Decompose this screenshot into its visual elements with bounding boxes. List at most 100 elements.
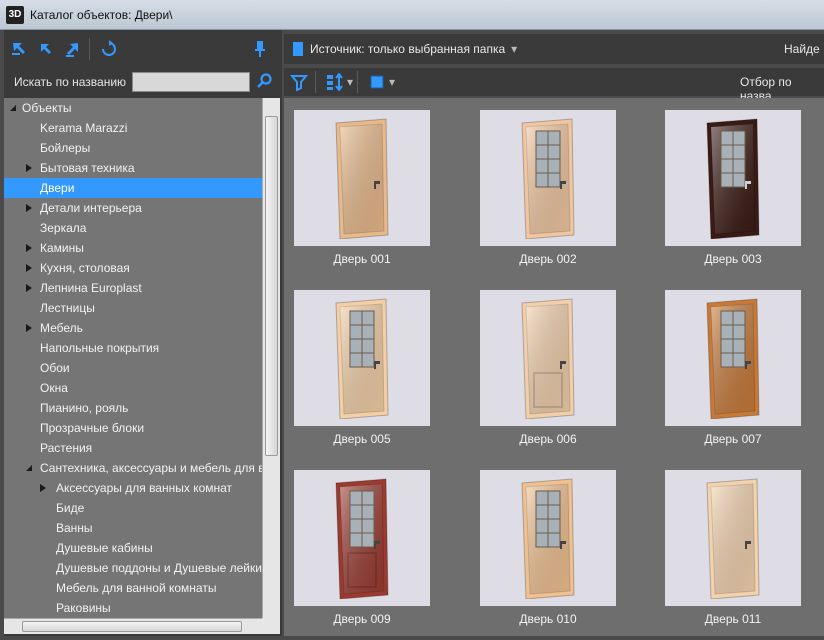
tree-horizontal-scrollbar[interactable]: [4, 618, 262, 634]
door-thumbnail[interactable]: [665, 290, 801, 426]
tree-item[interactable]: Мебель: [4, 318, 262, 338]
tree-item[interactable]: Бойлеры: [4, 138, 262, 158]
tree-item-label: Ванны: [56, 521, 93, 535]
tree-item[interactable]: Душевые поддоны и Душевые лейки: [4, 558, 262, 578]
tree-vertical-scrollbar[interactable]: [262, 98, 280, 618]
refresh-icon: [102, 40, 116, 56]
door-thumbnail[interactable]: [480, 470, 616, 606]
filter-button[interactable]: [287, 70, 311, 94]
tree-item[interactable]: Душевые кабины: [4, 538, 262, 558]
left-panel: Искать по названию Объекты Kerama Marazzi…: [4, 30, 282, 636]
collapse-all-button[interactable]: [61, 37, 85, 61]
item-caption: Дверь 006: [519, 432, 577, 446]
tree-item-label: Растения: [40, 441, 93, 455]
object-grid: Дверь 001 Дверь 002 Дверь 003 Дверь 005 Двер…: [284, 98, 824, 636]
search-button[interactable]: [256, 72, 272, 92]
tree-item-label: Зеркала: [40, 221, 87, 235]
door-preview-icon: [521, 298, 575, 419]
tree-item[interactable]: Аксессуары для ванных комнат: [4, 478, 262, 498]
tree-item[interactable]: Лепнина Europlast: [4, 278, 262, 298]
scroll-thumb[interactable]: [265, 116, 278, 456]
tree-item[interactable]: Напольные покрытия: [4, 338, 262, 358]
tree-item[interactable]: Ванны: [4, 518, 262, 538]
door-thumbnail[interactable]: [294, 110, 430, 246]
collapsed-arrow-icon[interactable]: [24, 278, 34, 298]
catalog-item[interactable]: Дверь 006: [480, 290, 616, 446]
collapsed-arrow-icon[interactable]: [24, 198, 34, 218]
scroll-thumb[interactable]: [22, 621, 242, 632]
filter-icon: [290, 75, 308, 91]
tree-item-label: Напольные покрытия: [40, 341, 160, 355]
tree-item[interactable]: Лестницы: [4, 298, 262, 318]
tree-item[interactable]: Раковины: [4, 598, 262, 618]
tree-item[interactable]: Кухня, столовая: [4, 258, 262, 278]
tree-item-label: Обои: [40, 361, 70, 375]
tree-item-label: Бытовая техника: [40, 161, 135, 175]
catalog-item[interactable]: Дверь 003: [665, 110, 801, 266]
tree-item-label: Лепнина Europlast: [40, 281, 142, 295]
toolbar-separator: [89, 38, 90, 60]
expanded-arrow-icon[interactable]: [24, 458, 34, 478]
toolbar-separator: [315, 71, 316, 93]
tree-item[interactable]: Сантехника, аксессуары и мебель для ванн: [4, 458, 262, 478]
tree-item-label: Бойлеры: [40, 141, 91, 155]
tree-item[interactable]: Объекты: [4, 98, 262, 118]
tree-item-label: Лестницы: [40, 301, 95, 315]
search-row: Искать по названию: [4, 68, 282, 96]
chevron-down-icon[interactable]: ▾: [389, 75, 395, 89]
item-caption: Дверь 002: [519, 252, 577, 266]
door-thumbnail[interactable]: [665, 470, 801, 606]
item-caption: Дверь 010: [519, 612, 577, 626]
sort-button[interactable]: [323, 70, 347, 94]
tree-item[interactable]: Растения: [4, 438, 262, 458]
source-dropdown[interactable]: Источник: только выбранная папка: [310, 42, 505, 56]
expanded-arrow-icon[interactable]: [8, 98, 18, 118]
collapsed-arrow-icon[interactable]: [38, 478, 48, 498]
tree-item[interactable]: Мебель для ванной комнаты: [4, 578, 262, 598]
chevron-down-icon[interactable]: ▾: [511, 42, 517, 56]
refresh-button[interactable]: [97, 37, 121, 61]
collapsed-arrow-icon[interactable]: [24, 258, 34, 278]
tree-item[interactable]: Прозрачные блоки: [4, 418, 262, 438]
expand-all-button[interactable]: [7, 37, 31, 61]
collapsed-arrow-icon[interactable]: [24, 318, 34, 338]
chevron-down-icon[interactable]: ▾: [347, 75, 353, 89]
tree-item[interactable]: Окна: [4, 378, 262, 398]
catalog-item[interactable]: Дверь 001: [294, 110, 430, 266]
catalog-item[interactable]: Дверь 010: [480, 470, 616, 626]
tree-item[interactable]: Биде: [4, 498, 262, 518]
tree-item[interactable]: Камины: [4, 238, 262, 258]
catalog-item[interactable]: Дверь 005: [294, 290, 430, 446]
tree-item[interactable]: Зеркала: [4, 218, 262, 238]
app-icon: 3D: [6, 5, 24, 24]
tree-item[interactable]: Детали интерьера: [4, 198, 262, 218]
item-caption: Дверь 005: [333, 432, 391, 446]
door-thumbnail[interactable]: [480, 110, 616, 246]
view-mode-button[interactable]: [365, 70, 389, 94]
catalog-item[interactable]: Дверь 011: [665, 470, 801, 626]
pin-button[interactable]: [248, 37, 272, 61]
door-thumbnail[interactable]: [294, 470, 430, 606]
tree-item[interactable]: Бытовая техника: [4, 158, 262, 178]
tree-item-label: Раковины: [56, 601, 111, 615]
door-thumbnail[interactable]: [665, 110, 801, 246]
catalog-item[interactable]: Дверь 007: [665, 290, 801, 446]
tree-item[interactable]: Пианино, рояль: [4, 398, 262, 418]
catalog-item[interactable]: Дверь 009: [294, 470, 430, 626]
tree-item[interactable]: Двери: [4, 178, 262, 198]
search-input[interactable]: [132, 72, 251, 92]
door-preview-icon: [335, 478, 389, 599]
tree-item[interactable]: Kerama Marazzi: [4, 118, 262, 138]
item-caption: Дверь 007: [704, 432, 762, 446]
collapsed-arrow-icon[interactable]: [24, 238, 34, 258]
tree-item-label: Пианино, рояль: [40, 401, 129, 415]
title-bar: 3D Каталог объектов: Двери\: [0, 0, 824, 30]
tree-item-label: Сантехника, аксессуары и мебель для ванн: [40, 461, 262, 475]
tree-item-label: Душевые поддоны и Душевые лейки: [56, 561, 262, 575]
collapsed-arrow-icon[interactable]: [24, 158, 34, 178]
collapse-button[interactable]: [34, 37, 58, 61]
door-thumbnail[interactable]: [480, 290, 616, 426]
tree-item[interactable]: Обои: [4, 358, 262, 378]
door-thumbnail[interactable]: [294, 290, 430, 426]
catalog-item[interactable]: Дверь 002: [480, 110, 616, 266]
